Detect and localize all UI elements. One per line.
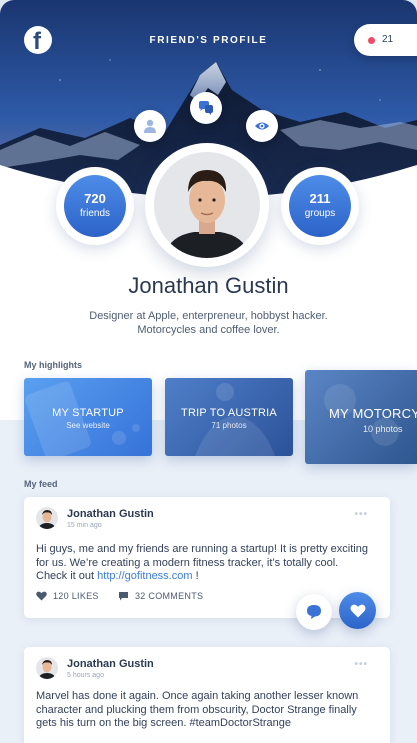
- post-author-name[interactable]: Jonathan Gustin: [67, 508, 154, 520]
- highlight-subtitle: 71 photos: [211, 421, 247, 430]
- post-text-line: Marvel has done it again. Once again tak…: [36, 690, 359, 702]
- chat-bubbles-icon: [199, 101, 213, 115]
- groups-label: groups: [304, 208, 336, 219]
- post-link[interactable]: http://gofitness.com: [97, 570, 192, 582]
- highlight-subtitle: 10 photos: [363, 424, 403, 434]
- post-text-line: gets his turn on the big screen. #teamDo…: [36, 717, 291, 729]
- highlight-card-motorcycle[interactable]: MY MOTORCYCLE 10 photos: [305, 370, 417, 464]
- bio-line-1: Designer at Apple, enterpreneur, hobbyst…: [89, 310, 328, 322]
- post-text-line: for us. We’re creating a modern fitness …: [36, 556, 339, 569]
- post-timestamp: 15 min ago: [67, 522, 102, 529]
- post-text-line: Check it out http://gofitness.com !: [36, 570, 376, 584]
- likes-count: 120 LIKES: [53, 591, 99, 601]
- add-friend-button[interactable]: [134, 110, 166, 142]
- groups-stat[interactable]: 211 groups: [281, 167, 359, 245]
- highlight-title: MY MOTORCYCLE: [329, 406, 417, 421]
- highlight-card-austria[interactable]: TRIP TO AUSTRIA 71 photos: [165, 378, 293, 456]
- heart-icon: [36, 591, 47, 601]
- post-more-menu-icon[interactable]: •••: [354, 509, 368, 520]
- post-author-avatar[interactable]: [36, 657, 58, 679]
- profile-name: Jonathan Gustin: [128, 273, 289, 298]
- highlights-label: My highlights: [24, 360, 82, 370]
- post-text-suffix: !: [192, 570, 199, 582]
- feed-label: My feed: [24, 479, 58, 489]
- follow-button[interactable]: [246, 110, 278, 142]
- feed-post: Jonathan Gustin 5 hours ago ••• Marvel h…: [24, 647, 390, 743]
- highlight-title: MY STARTUP: [52, 407, 124, 419]
- profile-screen: f FRIEND'S PROFILE 21 720 friends 211 gr…: [0, 0, 417, 743]
- bio-line-2: Motorcycles and coffee lover.: [137, 324, 280, 336]
- friends-count: 720: [84, 191, 106, 206]
- post-text-line: Hi guys, me and my friends are running a…: [36, 543, 368, 555]
- post-author-avatar[interactable]: [36, 507, 58, 529]
- groups-count: 211: [309, 191, 331, 206]
- post-timestamp: 5 hours ago: [67, 672, 104, 679]
- notifications-button[interactable]: 21: [354, 24, 417, 56]
- post-body: Marvel has done it again. Once again tak…: [36, 690, 376, 731]
- notification-count: 21: [382, 34, 394, 45]
- user-icon: [144, 119, 156, 133]
- like-fab[interactable]: [339, 592, 376, 629]
- post-author-name[interactable]: Jonathan Gustin: [67, 658, 154, 670]
- highlight-subtitle: See website: [66, 421, 110, 430]
- like-action[interactable]: 120 LIKES: [36, 591, 99, 601]
- friends-stat[interactable]: 720 friends: [56, 167, 134, 245]
- comment-fab[interactable]: [296, 594, 332, 630]
- highlight-card-startup[interactable]: MY STARTUP See website: [24, 378, 152, 456]
- comments-count: 32 COMMENTS: [135, 591, 204, 601]
- post-text-prefix: Check it out: [36, 570, 98, 582]
- profile-avatar: [145, 143, 269, 267]
- post-text-line: character and plucking them from obscuri…: [36, 703, 357, 716]
- post-more-menu-icon[interactable]: •••: [354, 659, 368, 670]
- eye-icon: [255, 122, 269, 130]
- heart-icon: [350, 604, 365, 618]
- profile-bio: Designer at Apple, enterpreneur, hobbyst…: [60, 309, 357, 337]
- highlight-title: TRIP TO AUSTRIA: [181, 407, 277, 419]
- notification-dot-icon: [368, 37, 375, 44]
- friends-label: friends: [79, 208, 110, 219]
- feed-post: Jonathan Gustin 15 min ago ••• Hi guys, …: [24, 497, 390, 618]
- comment-action[interactable]: 32 COMMENTS: [118, 591, 203, 601]
- comment-icon: [119, 592, 128, 601]
- message-button[interactable]: [190, 92, 222, 124]
- post-body: Hi guys, me and my friends are running a…: [36, 543, 376, 584]
- comment-icon: [307, 605, 321, 619]
